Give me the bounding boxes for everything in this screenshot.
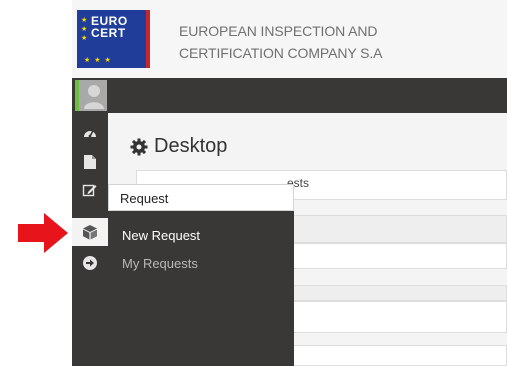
menu-item-my-requests[interactable]: My Requests — [122, 256, 198, 271]
top-bar — [72, 78, 507, 113]
dropdown-header: Request — [108, 184, 294, 211]
arrow-circle-right-icon — [83, 256, 97, 270]
app-header: ★ ★ ★ EURO CERT ★ ★ ★ EUROPEAN INSPECTION … — [72, 0, 507, 78]
user-silhouette-icon — [84, 85, 104, 109]
sidebar-item-dashboard[interactable] — [72, 119, 108, 147]
eurocert-logo[interactable]: ★ ★ ★ EURO CERT ★ ★ ★ — [77, 10, 150, 68]
sidebar-item-next[interactable] — [72, 249, 108, 277]
request-dropdown-menu: Request New Request My Requests — [108, 184, 294, 366]
cube-icon — [83, 225, 97, 240]
sidebar-item-request[interactable] — [72, 218, 108, 246]
menu-item-new-request[interactable]: New Request — [122, 228, 200, 243]
document-icon — [84, 155, 96, 169]
callout-arrow-icon — [18, 213, 68, 253]
page-title-text: Desktop — [154, 135, 228, 157]
logo-line2: CERT — [91, 26, 126, 40]
avatar[interactable] — [75, 80, 107, 111]
sidebar-item-edit[interactable] — [72, 176, 108, 204]
sidebar-item-documents[interactable] — [72, 148, 108, 176]
gear-icon — [130, 138, 148, 155]
logo-text: EURO CERT — [91, 15, 128, 39]
company-name-line1: EUROPEAN INSPECTION AND — [179, 23, 378, 39]
company-name-line2: CERTIFICATION COMPANY S.A — [179, 45, 383, 61]
company-name: EUROPEAN INSPECTION AND CERTIFICATION CO… — [179, 20, 382, 64]
edit-icon — [82, 184, 97, 197]
sidebar — [72, 113, 108, 366]
logo-accent-bar — [146, 10, 150, 68]
logo-stars-icon: ★ ★ ★ — [81, 17, 88, 42]
dashboard-icon — [84, 130, 96, 138]
page-title: Desktop — [130, 135, 227, 158]
logo-stars-bottom-icon: ★ ★ ★ — [84, 57, 112, 64]
